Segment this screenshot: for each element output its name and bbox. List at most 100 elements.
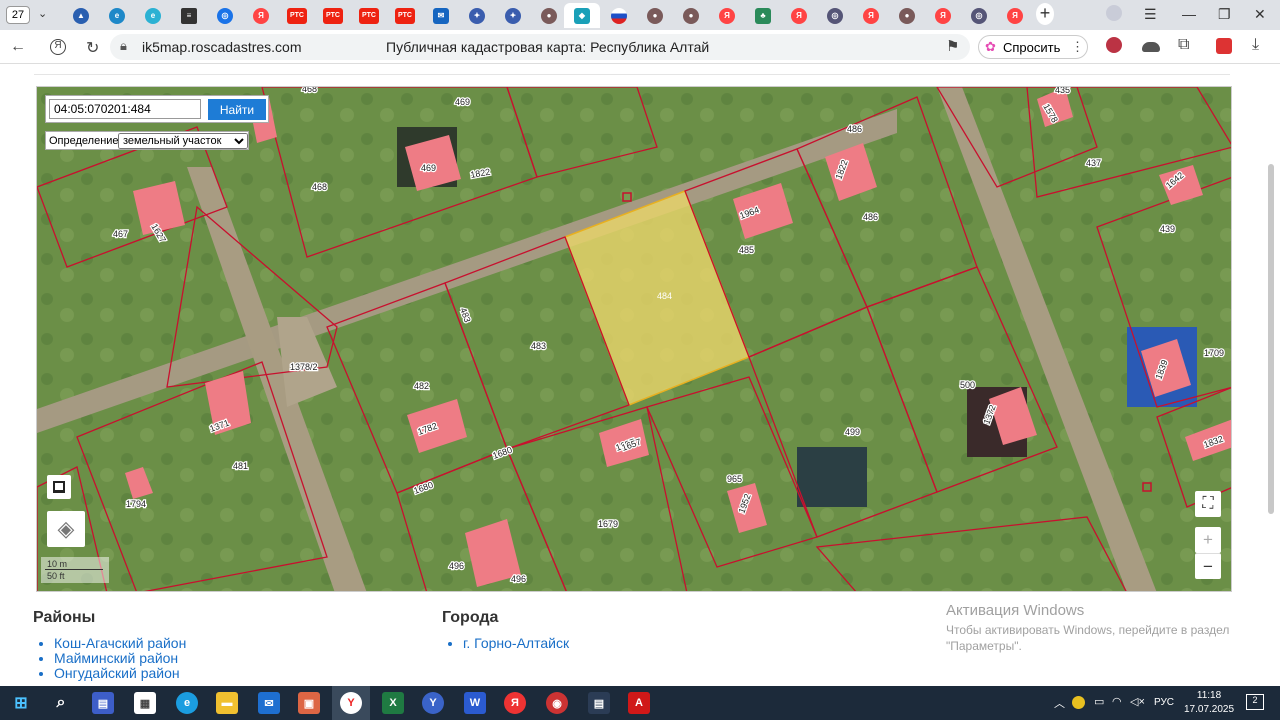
pdf-icon[interactable]: A (628, 692, 650, 714)
definition-panel: Определение: земельный участок (45, 131, 249, 150)
notifications-icon[interactable]: 2 (1246, 694, 1264, 710)
volume-icon[interactable]: ◁× (1130, 695, 1145, 708)
tab-edge-2[interactable]: e (138, 3, 168, 28)
district-link[interactable]: Кош-Агачский район (54, 636, 186, 651)
extension-icon[interactable] (1216, 38, 1232, 54)
tab-gosuslugi[interactable]: ▲ (66, 3, 96, 28)
cities-section: Города г. Горно-Алтайск (442, 609, 569, 651)
tab-yandex-4[interactable]: Я (856, 3, 886, 28)
folder-icon[interactable]: ▬ (216, 692, 238, 714)
parcel-label: 1794 (126, 499, 146, 509)
tab-yandex-5[interactable]: Я (928, 3, 958, 28)
store-icon[interactable]: ▦ (134, 692, 156, 714)
person-icon: ● (647, 7, 663, 24)
definition-select[interactable]: земельный участок (118, 133, 248, 149)
back-icon[interactable]: ← (10, 38, 26, 56)
windows-activation-watermark: Активация Windows Чтобы активировать Win… (946, 602, 1256, 654)
map-canvas[interactable]: 4684694694684674861964485486484483483482… (37, 87, 1232, 592)
more-icon[interactable]: ⋮ (1071, 39, 1084, 55)
tab-person-4[interactable]: ● (892, 3, 922, 28)
profile-icon[interactable] (1106, 5, 1122, 21)
parcel-label: 439 (1160, 224, 1175, 234)
search-icon[interactable]: ⌕ (50, 692, 72, 714)
extension-icon[interactable] (1142, 42, 1160, 52)
app-icon[interactable]: ▣ (298, 692, 320, 714)
edge-icon[interactable]: e (176, 692, 198, 714)
tab-menu[interactable]: ≡ (174, 3, 204, 28)
parcel-label: 1378/2 (290, 362, 318, 372)
page-scrollbar[interactable] (1268, 164, 1274, 514)
yandex-logo-icon[interactable]: Я (50, 39, 66, 55)
downloads-icon[interactable]: ⤓ (1252, 36, 1259, 54)
district-link[interactable]: Майминский район (54, 651, 186, 666)
chevron-up-icon[interactable]: ︿ (1054, 695, 1065, 711)
close-icon[interactable]: ✕ (1254, 6, 1266, 23)
scale-line (45, 569, 103, 570)
yandex-icon[interactable]: Y (422, 692, 444, 714)
tab-globe-3[interactable]: ◎ (964, 3, 994, 28)
tab-person[interactable]: ● (534, 3, 564, 28)
yandex-browser-taskbar[interactable]: Y (332, 686, 370, 720)
extension-icon[interactable] (1106, 37, 1122, 53)
district-link[interactable]: Онгудайский район (54, 666, 186, 681)
reload-icon[interactable]: ↻ (86, 38, 99, 58)
minimize-icon[interactable]: — (1182, 6, 1196, 22)
yandex-icon[interactable]: Я (504, 692, 526, 714)
tab-yandex-6[interactable]: Я (1000, 3, 1030, 28)
excel-icon[interactable]: X (382, 692, 404, 714)
tab-gerb-2[interactable]: ✦ (498, 3, 528, 28)
bookmark-icon[interactable]: ⚑ (946, 37, 959, 55)
tab-active[interactable]: ◆ (564, 3, 600, 28)
tab-rts-2[interactable]: РТС (318, 3, 348, 28)
windows-start-icon[interactable]: ⊞ (10, 692, 32, 714)
scale-feet: 50 ft (47, 571, 65, 581)
emblem-icon: ✦ (469, 7, 485, 24)
battery-icon[interactable]: ▭ (1094, 695, 1104, 708)
zoom-in-button[interactable]: + (1195, 527, 1221, 553)
chevron-down-icon[interactable]: ⌄ (38, 7, 47, 20)
tab-yandex[interactable]: Я (246, 3, 276, 28)
tab-rts-3[interactable]: РТС (354, 3, 384, 28)
zoom-out-button[interactable]: − (1195, 553, 1221, 579)
browser-menu-icon[interactable]: ☰ (1144, 6, 1157, 23)
new-tab-button[interactable]: + (1036, 3, 1054, 25)
tab-mail[interactable]: ✉ (426, 3, 456, 28)
word-icon[interactable]: W (464, 692, 486, 714)
tab-globe-2[interactable]: ◎ (820, 3, 850, 28)
cadastral-search-input[interactable] (49, 99, 201, 119)
tray-icon[interactable] (1072, 696, 1085, 709)
tab-count[interactable]: 27 (6, 6, 30, 24)
tab-edge[interactable]: e (102, 3, 132, 28)
tab-flag[interactable] (604, 3, 634, 28)
url-text[interactable]: ik5map.roscadastres.com (142, 39, 302, 55)
person-icon: ● (683, 7, 699, 24)
tab-person-3[interactable]: ● (676, 3, 706, 28)
wifi-icon[interactable]: ◠ (1112, 695, 1122, 708)
layers-button[interactable]: ◈ (47, 511, 85, 547)
mail-icon[interactable]: ✉ (258, 692, 280, 714)
chrome-icon[interactable]: ◉ (546, 692, 568, 714)
tab-gerb[interactable]: ✦ (462, 3, 492, 28)
tab-tree[interactable]: ♣ (748, 3, 778, 28)
parcel-label: 1679 (598, 519, 618, 529)
clock[interactable]: 11:18 17.07.2025 (1184, 689, 1234, 717)
city-link[interactable]: г. Горно-Алтайск (463, 636, 569, 651)
url-box[interactable]: 🔒︎ ik5map.roscadastres.com Публичная кад… (110, 34, 970, 60)
tab-person-2[interactable]: ● (640, 3, 670, 28)
find-button[interactable]: Найти (208, 99, 266, 120)
fullscreen-toggle-button[interactable] (47, 475, 71, 499)
app-icon[interactable]: ▤ (92, 692, 114, 714)
collections-icon[interactable]: ⧉ (1178, 36, 1189, 54)
watermark-title: Активация Windows (946, 602, 1085, 619)
tab-yandex-3[interactable]: Я (784, 3, 814, 28)
ask-button[interactable]: ✿ Спросить ⋮ (978, 35, 1088, 59)
tab-yandex-2[interactable]: Я (712, 3, 742, 28)
fullscreen-button[interactable]: ⛶ (1195, 491, 1221, 517)
maximize-icon[interactable]: ❐ (1218, 6, 1231, 23)
app-icon[interactable]: ▤ (588, 692, 610, 714)
language-indicator[interactable]: РУС (1154, 697, 1174, 708)
tab-globe[interactable]: ◎ (210, 3, 240, 28)
cadastral-map[interactable]: 468 469 469 468 467 486 1964 485 486 484 483 483 482… (36, 86, 1232, 592)
tab-rts[interactable]: РТС (282, 3, 312, 28)
tab-rts-4[interactable]: РТС (390, 3, 420, 28)
